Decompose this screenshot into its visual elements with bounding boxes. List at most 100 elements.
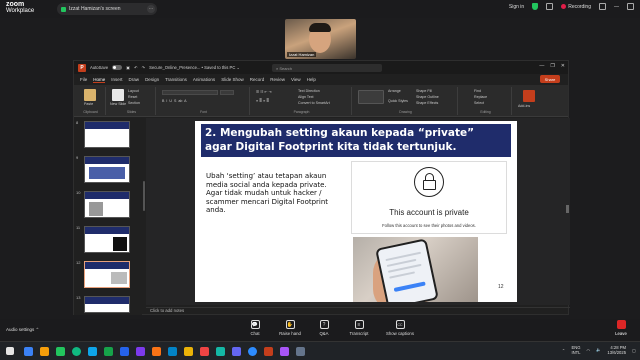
- qa-button[interactable]: ? Q&A: [304, 320, 344, 336]
- tab-design[interactable]: Design: [145, 77, 159, 82]
- shapes-gallery[interactable]: [358, 90, 384, 104]
- canvas-scrollbar[interactable]: [565, 119, 570, 305]
- autosave-toggle[interactable]: [112, 65, 123, 70]
- tab-transitions[interactable]: Transitions: [165, 77, 187, 82]
- select-button[interactable]: Select: [474, 101, 484, 105]
- section-button[interactable]: Section: [128, 101, 140, 105]
- save-icon[interactable]: ▣: [126, 65, 130, 70]
- chrome-icon[interactable]: [72, 347, 81, 356]
- volume-icon[interactable]: 🔈: [596, 347, 601, 353]
- tab-review[interactable]: Review: [270, 77, 285, 82]
- text-direction-button[interactable]: Text Direction: [298, 89, 320, 93]
- tab-view[interactable]: View: [291, 77, 301, 82]
- shape-fill-button[interactable]: Shape Fill: [416, 89, 432, 93]
- clock[interactable]: 4:28 PM 13/6/2025: [607, 345, 626, 355]
- slide-thumbnail-12[interactable]: [84, 261, 130, 288]
- transcript-button[interactable]: ≡ Transcript: [339, 320, 379, 336]
- arrange-button[interactable]: Arrange: [388, 89, 401, 93]
- redo-icon[interactable]: ↷: [142, 65, 146, 70]
- current-slide[interactable]: 2. Mengubah setting akaun kepada “privat…: [195, 121, 517, 302]
- view-options-icon[interactable]: ⋯: [147, 5, 155, 13]
- tab-draw[interactable]: Draw: [129, 77, 140, 82]
- leave-button[interactable]: Leave: [610, 320, 632, 336]
- layout-button[interactable]: Layout: [128, 89, 139, 93]
- list-icons[interactable]: ☰ ☷ ⇤ ⇥: [256, 90, 271, 94]
- align-text-button[interactable]: Align Text: [298, 95, 314, 99]
- convert-smartart-button[interactable]: Convert to SmartArt: [298, 101, 330, 105]
- minimize-window-icon[interactable]: —: [539, 63, 544, 69]
- replace-button[interactable]: Replace: [474, 95, 487, 99]
- app-icon-2[interactable]: [56, 347, 65, 356]
- app-icon-4[interactable]: [152, 347, 161, 356]
- app-icon-1[interactable]: [24, 347, 33, 356]
- notes-pane[interactable]: Click to add notes: [146, 307, 570, 315]
- chat-button[interactable]: 💬 Chat: [235, 320, 275, 336]
- excel-icon[interactable]: [104, 347, 113, 356]
- phone-settings-photo[interactable]: [353, 237, 478, 302]
- zoom-icon[interactable]: [248, 347, 257, 356]
- view-icon[interactable]: [599, 3, 606, 10]
- tray-chevron-icon[interactable]: ⌃: [562, 348, 566, 353]
- minimize-icon[interactable]: —: [614, 4, 619, 10]
- app-icon-5[interactable]: [168, 347, 177, 356]
- addins-icon[interactable]: [523, 90, 535, 102]
- slide-thumbnail-9[interactable]: [84, 156, 130, 183]
- font-format-icons[interactable]: B I U S ab A: [162, 99, 187, 103]
- app-icon-11[interactable]: [296, 347, 305, 356]
- shape-effects-button[interactable]: Shape Effects: [416, 101, 438, 105]
- participant-video-tile[interactable]: Izzat Hamizan: [285, 19, 356, 59]
- app-icon-10[interactable]: [280, 347, 289, 356]
- shape-outline-button[interactable]: Shape Outline: [416, 95, 439, 99]
- font-size-select[interactable]: [220, 90, 234, 95]
- tab-record[interactable]: Record: [250, 77, 265, 82]
- show-captions-button[interactable]: CC Show captions: [378, 320, 422, 336]
- sign-in-link[interactable]: Sign in: [509, 4, 524, 10]
- slide-thumbnail-8[interactable]: [84, 121, 130, 148]
- font-name-select[interactable]: [162, 90, 218, 95]
- app-icon-8[interactable]: [216, 347, 225, 356]
- slide-thumbnail-11[interactable]: [84, 226, 130, 253]
- close-window-icon[interactable]: ✕: [561, 63, 565, 69]
- paste-icon[interactable]: [84, 89, 96, 101]
- undo-icon[interactable]: ↶: [134, 65, 138, 70]
- paste-button[interactable]: Paste: [84, 102, 93, 106]
- find-button[interactable]: Find: [474, 89, 481, 93]
- screen-share-indicator[interactable]: Izzat Hamizan's screen ⋯: [57, 3, 157, 15]
- powerpoint-taskbar-icon[interactable]: [264, 347, 273, 356]
- maximize-icon[interactable]: [627, 3, 634, 10]
- align-icons[interactable]: ≡ ≣ ≡ ≣: [256, 99, 269, 103]
- tab-insert[interactable]: Insert: [111, 77, 122, 82]
- restore-window-icon[interactable]: ❐: [550, 63, 554, 69]
- new-slide-button[interactable]: New Slide: [110, 102, 126, 106]
- tab-home[interactable]: Home: [93, 77, 106, 83]
- start-icon[interactable]: [6, 347, 14, 355]
- word-icon[interactable]: [120, 347, 129, 356]
- share-button[interactable]: Share: [540, 75, 560, 83]
- private-account-image[interactable]: This account is private Follow this acco…: [351, 161, 507, 234]
- recording-indicator[interactable]: Recording: [561, 4, 591, 10]
- slide-thumbnail-10[interactable]: [84, 191, 130, 218]
- slide-thumbnail-13[interactable]: [84, 296, 130, 313]
- tab-slide-show[interactable]: Slide Show: [221, 77, 244, 82]
- tab-help[interactable]: Help: [307, 77, 316, 82]
- addins-button[interactable]: Add-ins: [518, 104, 530, 108]
- new-slide-icon[interactable]: [112, 89, 124, 101]
- slide-title-box[interactable]: 2. Mengubah setting akaun kepada “privat…: [201, 124, 511, 157]
- security-shield-icon[interactable]: [532, 3, 539, 10]
- canvas-scroll-thumb[interactable]: [566, 205, 569, 213]
- language-indicator[interactable]: ENG INTL: [571, 345, 580, 355]
- audio-settings-button[interactable]: Audio settings ⌃: [6, 327, 39, 333]
- app-icon-7[interactable]: [200, 347, 209, 356]
- participants-icon[interactable]: [546, 3, 554, 10]
- file-title[interactable]: Secure_Online_Presence... • Saved to thi…: [149, 65, 240, 70]
- wifi-icon[interactable]: ◠: [587, 348, 591, 353]
- notification-icon[interactable]: ▢: [632, 348, 636, 353]
- app-icon-6[interactable]: [184, 347, 193, 356]
- quick-styles-button[interactable]: Quick Styles: [388, 99, 408, 103]
- tab-animations[interactable]: Animations: [193, 77, 215, 82]
- reset-button[interactable]: Reset: [128, 95, 137, 99]
- slide-body-text[interactable]: Ubah ‘setting’ atau tetapan akaun media …: [206, 172, 344, 215]
- search-box[interactable]: ⌕ Search: [272, 64, 382, 72]
- thumbnail-scroll-thumb[interactable]: [143, 181, 145, 211]
- tab-file[interactable]: File: [80, 77, 87, 82]
